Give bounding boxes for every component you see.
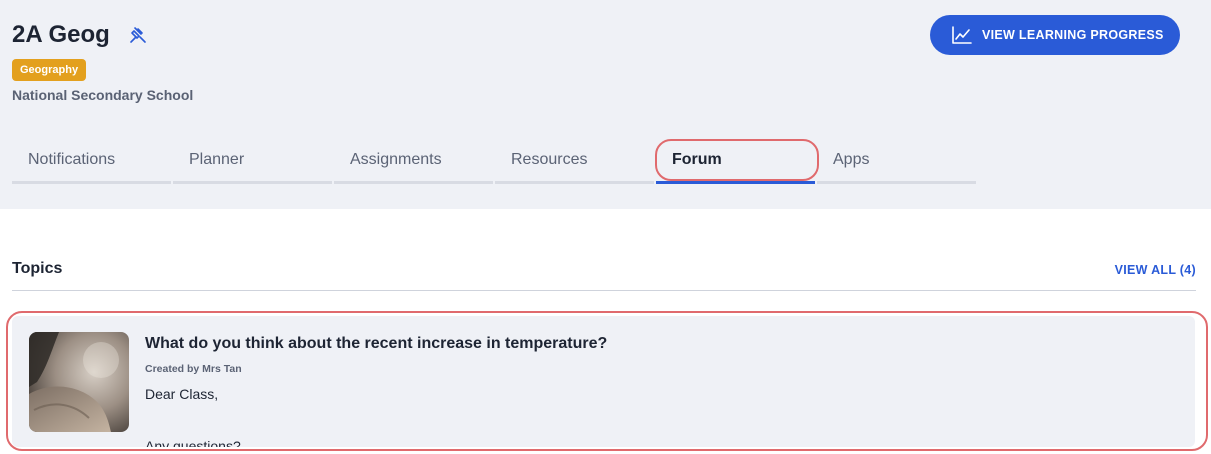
tab-apps[interactable]: Apps xyxy=(817,138,978,184)
view-learning-progress-label: VIEW LEARNING PROGRESS xyxy=(982,28,1164,42)
tab-underline xyxy=(173,181,332,184)
tab-planner[interactable]: Planner xyxy=(173,138,334,184)
topic-card[interactable]: What do you think about the recent incre… xyxy=(12,316,1195,447)
tab-underline xyxy=(12,181,171,184)
topic-title: What do you think about the recent incre… xyxy=(145,335,608,352)
tab-label: Assignments xyxy=(350,151,442,168)
topic-body-line: Dear Class, xyxy=(145,386,219,402)
subject-badge: Geography xyxy=(12,59,87,81)
tab-resources[interactable]: Resources xyxy=(495,138,656,184)
tab-underline xyxy=(334,181,493,184)
view-all-topics-link[interactable]: VIEW ALL (4) xyxy=(1115,263,1196,277)
divider xyxy=(12,290,1196,291)
tab-label: Resources xyxy=(511,151,588,168)
tab-underline-active xyxy=(656,181,815,184)
tab-forum[interactable]: Forum xyxy=(656,138,817,184)
tab-label: Forum xyxy=(672,151,722,168)
topic-body-line: Any questions? xyxy=(145,438,241,447)
tab-assignments[interactable]: Assignments xyxy=(334,138,495,184)
tab-underline xyxy=(817,181,976,184)
school-name: National Secondary School xyxy=(12,87,194,103)
title-row: 2A Geog xyxy=(12,20,148,50)
tab-label: Apps xyxy=(833,151,870,168)
class-title: 2A Geog xyxy=(12,21,110,48)
class-header: 2A Geog Geography National Secondary Sch… xyxy=(0,0,1211,209)
tab-notifications[interactable]: Notifications xyxy=(12,138,173,184)
topic-author: Created by Mrs Tan xyxy=(145,363,242,375)
class-tabs: Notifications Planner Assignments Resour… xyxy=(12,138,978,184)
view-learning-progress-button[interactable]: VIEW LEARNING PROGRESS xyxy=(930,15,1180,55)
topic-thumbnail xyxy=(29,332,129,432)
tab-label: Notifications xyxy=(28,151,116,168)
topics-heading: Topics xyxy=(12,260,63,277)
tab-label: Planner xyxy=(189,151,245,168)
pin-icon[interactable] xyxy=(128,25,148,45)
line-chart-icon xyxy=(952,26,972,44)
tab-underline xyxy=(495,181,654,184)
